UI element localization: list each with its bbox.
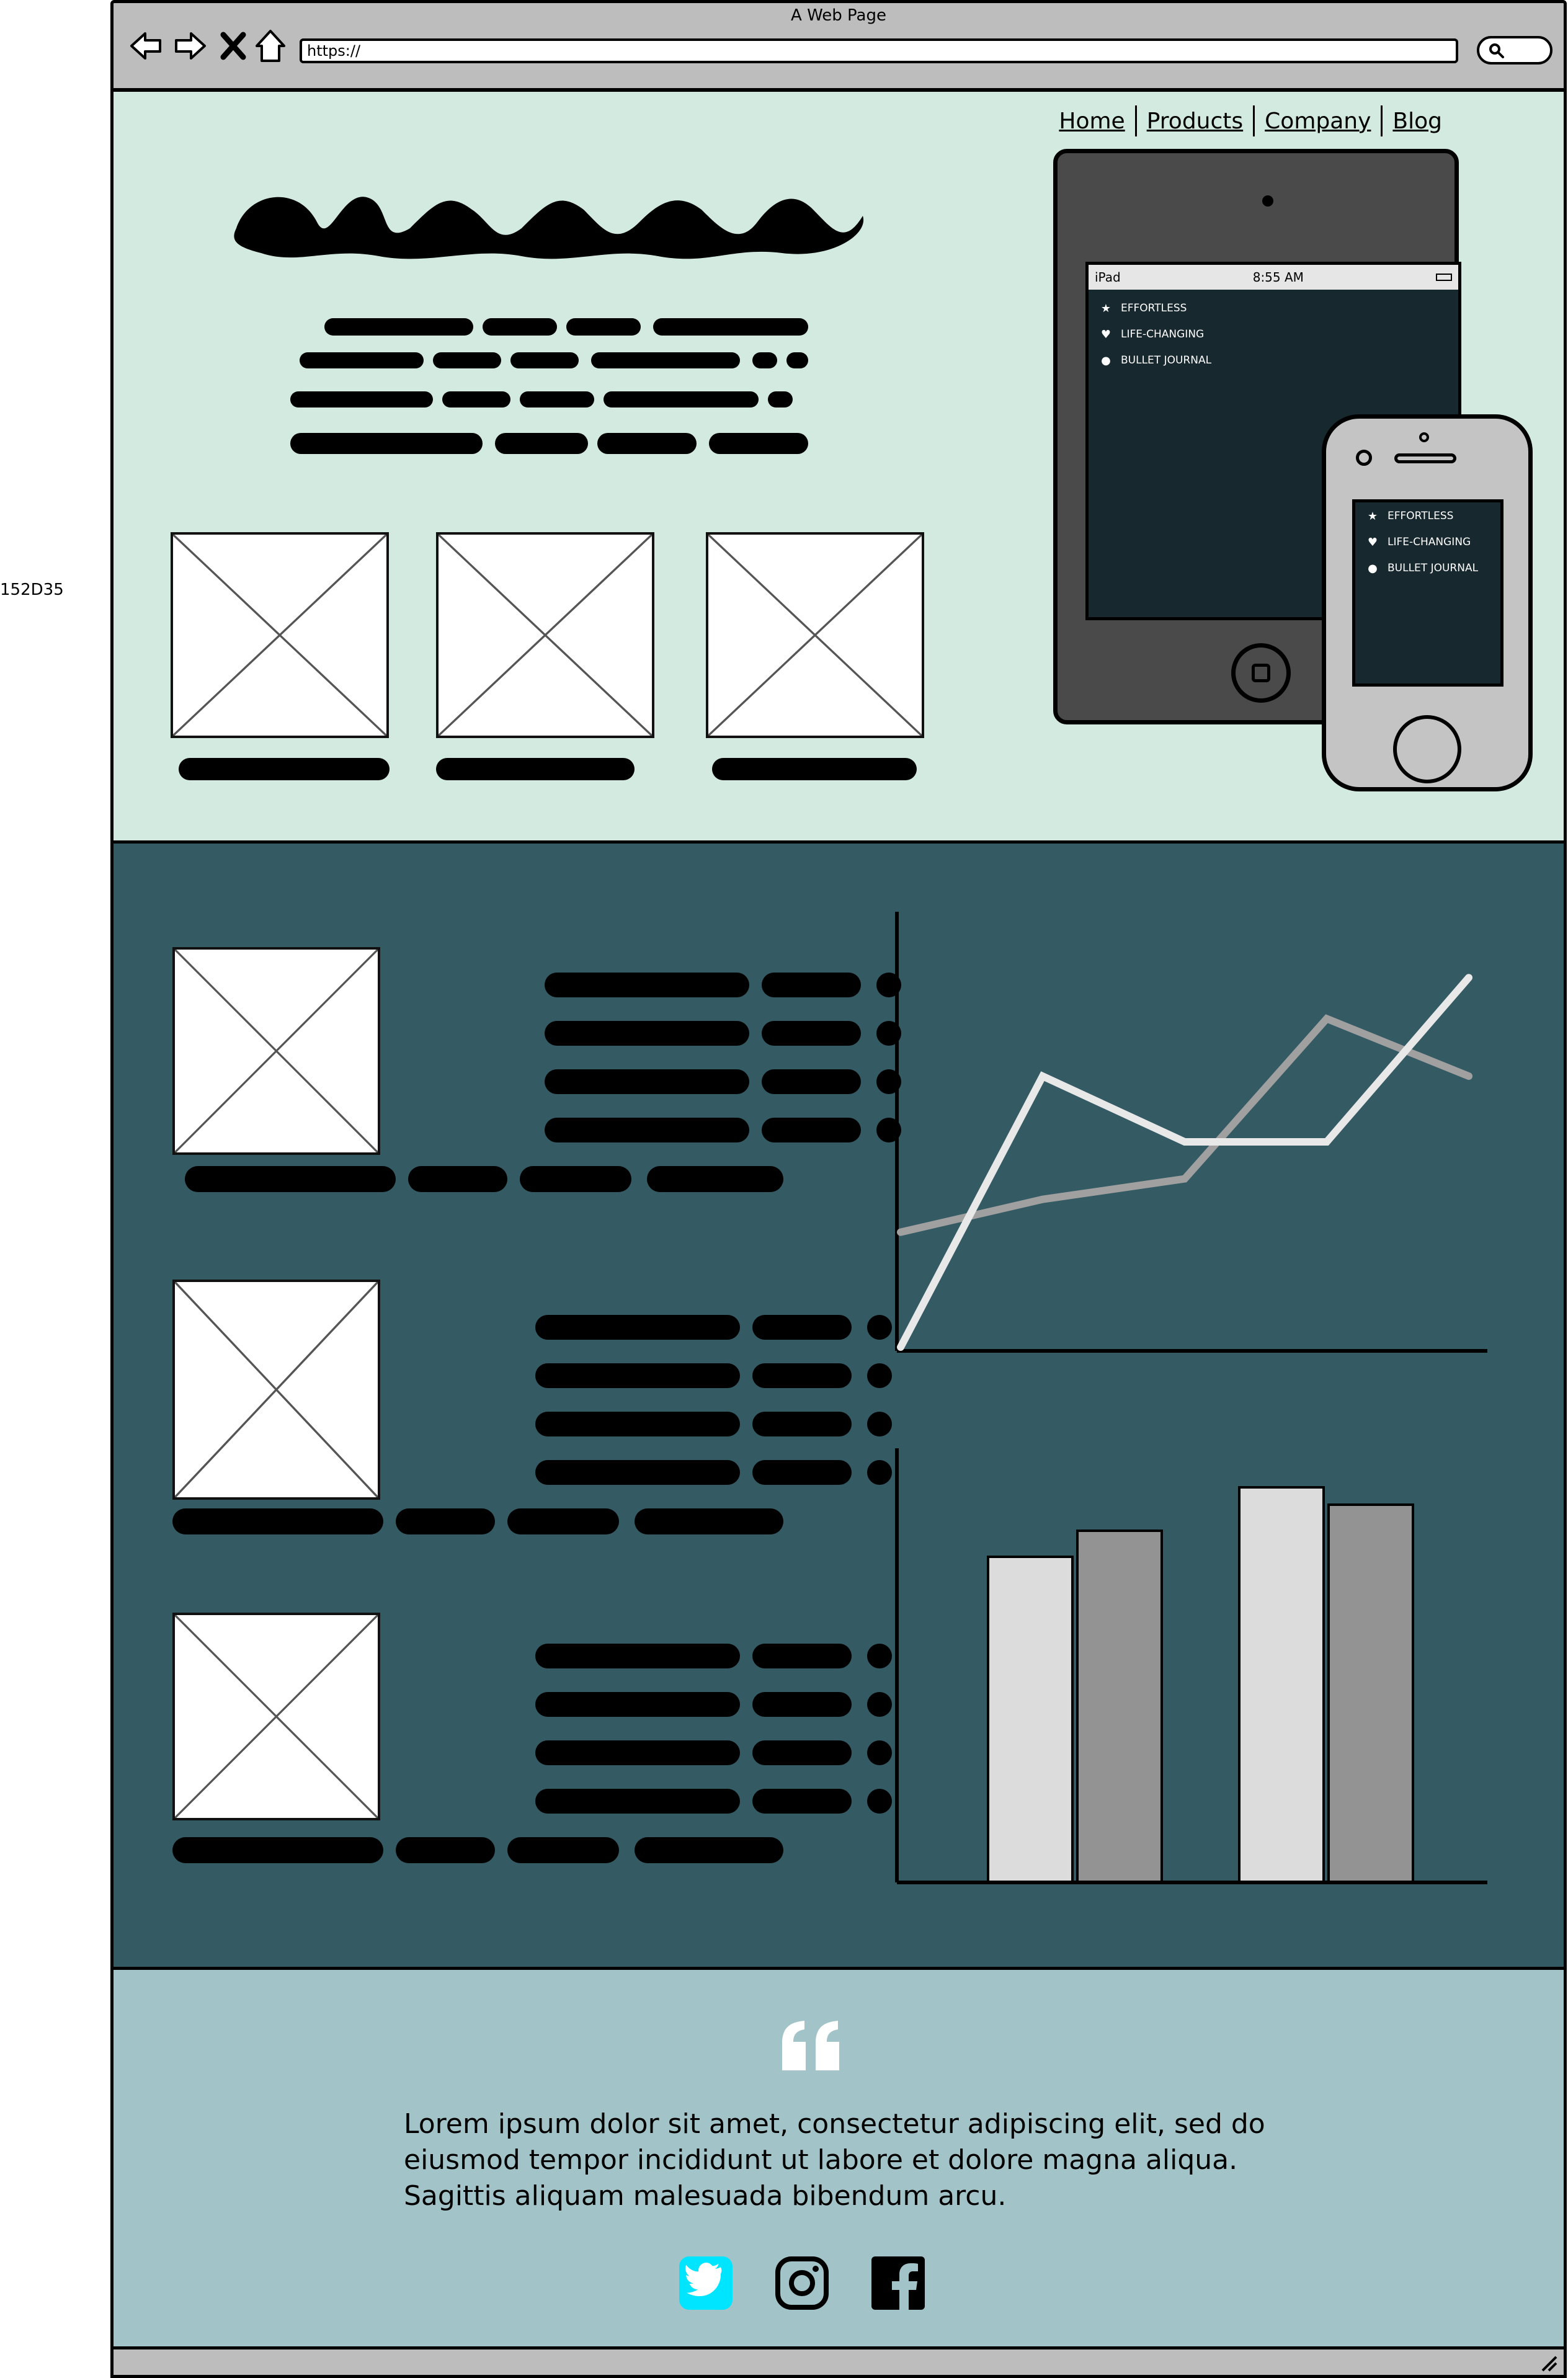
tablet-carrier: iPad <box>1095 270 1121 285</box>
tablet-camera <box>1262 195 1273 207</box>
phone-speaker <box>1394 453 1456 463</box>
back-icon[interactable] <box>128 27 165 65</box>
bar-chart <box>895 1448 1487 1884</box>
side-label: 152D35 <box>0 581 64 599</box>
star-icon: ★ <box>1367 509 1378 523</box>
feature-text-scribble-1 <box>185 973 901 1192</box>
line-series-2 <box>897 1014 1472 1236</box>
phone-device: ★ EFFORTLESS ♥ LIFE-CHANGING ● BULLET JO… <box>1322 414 1533 791</box>
home-square-icon <box>1252 664 1270 682</box>
product-caption-1 <box>179 758 390 780</box>
bar-1-2 <box>1076 1530 1163 1884</box>
heart-icon: ♥ <box>1367 535 1378 549</box>
star-icon: ★ <box>1100 301 1111 315</box>
quote-icon <box>782 2021 839 2070</box>
tablet-time: 8:55 AM <box>1252 270 1304 285</box>
line-series-1 <box>897 974 1472 1351</box>
bar-1-1 <box>987 1556 1074 1884</box>
search-icon <box>1489 43 1504 58</box>
list-item-label: EFFORTLESS <box>1121 302 1187 314</box>
url-input[interactable]: https:// <box>300 38 1458 63</box>
nav-products-link[interactable]: Products <box>1137 109 1253 134</box>
headline-scribble <box>234 197 864 259</box>
heart-icon: ♥ <box>1100 327 1111 341</box>
feature-text-scribble-3 <box>172 1644 892 1863</box>
tablet-list-item[interactable]: ♥ LIFE-CHANGING <box>1100 328 1204 341</box>
feature-text-scribble-2 <box>172 1315 892 1534</box>
twitter-icon[interactable] <box>678 2255 734 2311</box>
phone-home-button[interactable] <box>1393 715 1461 783</box>
facebook-icon[interactable] <box>870 2255 926 2311</box>
testimonial-section: Lorem ipsum dolor sit amet, consectetur … <box>110 1970 1567 2349</box>
tablet-list-item[interactable]: ★ EFFORTLESS <box>1100 301 1187 315</box>
phone-camera <box>1356 450 1372 466</box>
list-item-label: LIFE-CHANGING <box>1388 536 1471 548</box>
instagram-icon[interactable] <box>774 2255 830 2311</box>
features-section <box>110 844 1567 1970</box>
nav-home-link[interactable]: Home <box>1049 109 1134 134</box>
line-chart <box>895 912 1487 1353</box>
phone-sensor <box>1419 432 1429 442</box>
browser-window: A Web Page https:// Home Products Compan… <box>110 0 1567 2378</box>
window-title: A Web Page <box>791 6 886 25</box>
forward-icon[interactable] <box>171 27 208 65</box>
nav-blog-link[interactable]: Blog <box>1383 109 1452 134</box>
list-item-label: EFFORTLESS <box>1388 510 1454 522</box>
hero-section: Home Products Company Blog iPad 8:55 AM … <box>110 92 1567 844</box>
top-navigation: Home Products Company Blog <box>1049 105 1452 136</box>
tablet-status-bar: iPad 8:55 AM <box>1089 265 1458 290</box>
list-item-label: BULLET JOURNAL <box>1121 354 1212 367</box>
intro-text-scribble <box>290 318 808 454</box>
nav-company-link[interactable]: Company <box>1255 109 1381 134</box>
circle-icon: ● <box>1101 354 1111 367</box>
tablet-home-button[interactable] <box>1231 643 1291 703</box>
circle-icon: ● <box>1368 561 1378 575</box>
battery-icon <box>1435 274 1452 281</box>
browser-status-bar <box>110 2349 1567 2378</box>
bar-2-1 <box>1238 1486 1325 1884</box>
social-links <box>678 2249 963 2317</box>
home-icon[interactable] <box>252 27 289 65</box>
phone-list-item[interactable]: ♥ LIFE-CHANGING <box>1366 535 1471 549</box>
list-item-label: BULLET JOURNAL <box>1388 562 1479 574</box>
tablet-list-item[interactable]: ● BULLET JOURNAL <box>1100 354 1211 367</box>
close-icon[interactable] <box>215 27 252 65</box>
list-item-label: LIFE-CHANGING <box>1121 328 1205 341</box>
testimonial-text: Lorem ipsum dolor sit amet, consectetur … <box>404 2108 1265 2212</box>
resize-grip-icon[interactable] <box>1540 2354 1559 2373</box>
phone-list-item[interactable]: ● BULLET JOURNAL <box>1366 561 1479 575</box>
product-caption-3 <box>712 758 917 780</box>
product-caption-2 <box>436 758 635 780</box>
product-image-3 <box>706 532 924 738</box>
phone-list-item[interactable]: ★ EFFORTLESS <box>1366 509 1454 523</box>
bar-2-2 <box>1327 1503 1414 1884</box>
search-button[interactable] <box>1477 36 1552 65</box>
product-image-2 <box>436 532 654 738</box>
product-image-1 <box>171 532 389 738</box>
phone-screen: ★ EFFORTLESS ♥ LIFE-CHANGING ● BULLET JO… <box>1352 499 1503 687</box>
